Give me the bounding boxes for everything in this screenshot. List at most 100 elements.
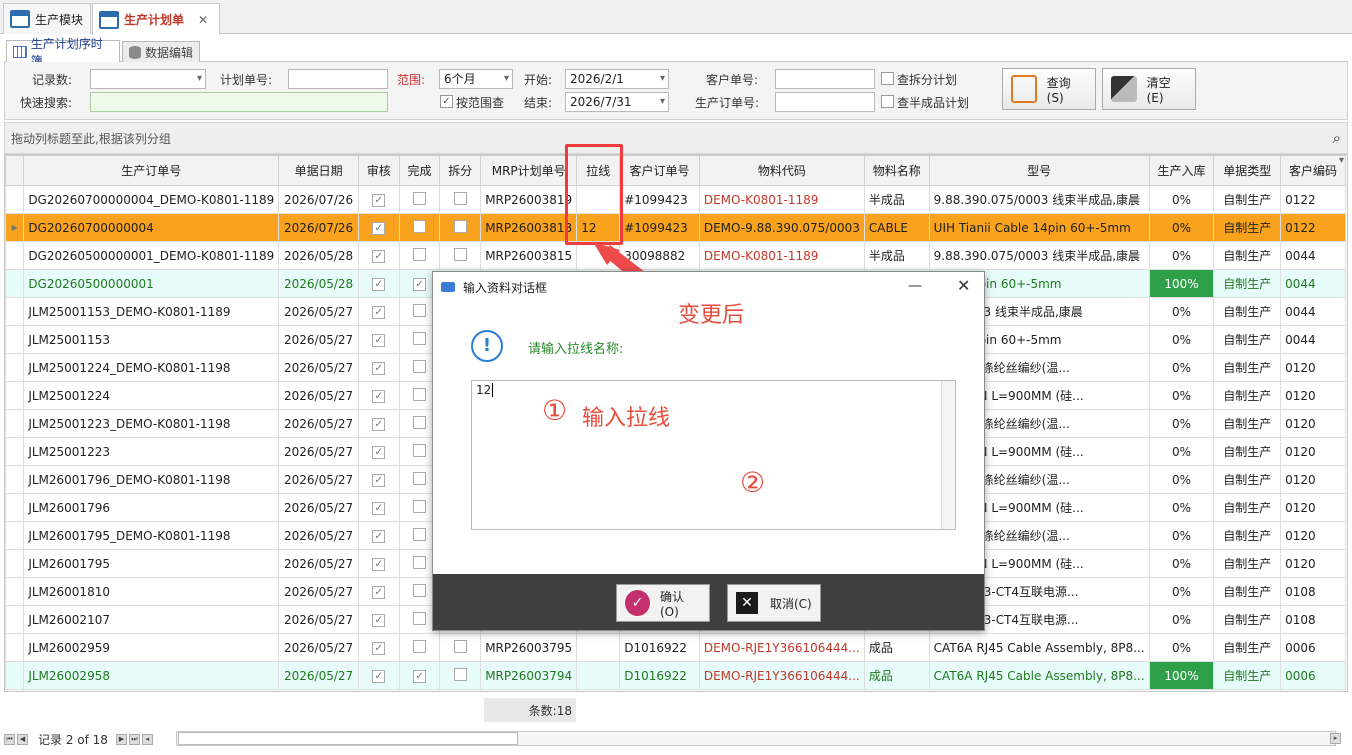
checkbox[interactable] bbox=[413, 583, 427, 597]
group-by-bar[interactable]: 拖动列标题至此,根据该列分组 ⌕ bbox=[4, 122, 1348, 154]
cell-audit[interactable]: ✓ bbox=[357, 549, 400, 578]
cell-audit[interactable]: ✓ bbox=[357, 269, 400, 298]
scroll-right-icon[interactable]: ▸ bbox=[1330, 733, 1341, 744]
table-row[interactable]: JLM26002958 2026/05/27 ✓ ✓ MRP26003794 D10169… bbox=[5, 661, 1347, 690]
minimize-icon[interactable]: — bbox=[908, 278, 922, 294]
row-indicator[interactable] bbox=[5, 661, 25, 690]
tab-data-edit[interactable]: 数据编辑 bbox=[122, 41, 200, 62]
end-date-input[interactable]: 2026/7/31 bbox=[565, 92, 669, 112]
checkbox[interactable]: ✓ bbox=[372, 446, 386, 459]
checkbox[interactable] bbox=[413, 527, 427, 541]
cell-done[interactable] bbox=[398, 213, 441, 242]
cell-audit[interactable]: ✓ bbox=[357, 353, 400, 382]
checkbox[interactable] bbox=[413, 219, 427, 233]
row-indicator[interactable] bbox=[5, 521, 25, 550]
cell-audit[interactable]: ✓ bbox=[357, 605, 400, 634]
cell-audit[interactable]: ✓ bbox=[357, 409, 400, 438]
plan-no-input[interactable] bbox=[288, 69, 388, 89]
tab-production-module[interactable]: 生产模块 bbox=[3, 3, 91, 34]
cell-audit[interactable]: ✓ bbox=[357, 577, 400, 606]
row-indicator[interactable] bbox=[5, 437, 25, 466]
row-indicator[interactable] bbox=[5, 493, 25, 522]
cell-audit[interactable]: ✓ bbox=[357, 493, 400, 522]
record-count-select[interactable] bbox=[90, 69, 206, 89]
checkbox[interactable]: ✓ bbox=[413, 670, 427, 683]
checkbox[interactable]: ✓ bbox=[372, 642, 386, 655]
column-header[interactable]: MRP计划单号 bbox=[480, 155, 578, 186]
row-indicator[interactable] bbox=[5, 269, 25, 298]
row-indicator[interactable] bbox=[5, 605, 25, 634]
cancel-button[interactable]: ✕ 取消(C) bbox=[727, 584, 821, 622]
row-indicator[interactable] bbox=[5, 409, 25, 438]
checkbox[interactable]: ✓ bbox=[372, 362, 386, 375]
check-split-checkbox[interactable] bbox=[881, 72, 894, 85]
row-indicator[interactable]: ▶ bbox=[5, 213, 25, 242]
cell-audit[interactable]: ✓ bbox=[357, 297, 400, 326]
search-icon[interactable]: ⌕ bbox=[1333, 129, 1341, 147]
checkbox[interactable]: ✓ bbox=[413, 278, 427, 291]
row-indicator[interactable] bbox=[5, 633, 25, 662]
column-header[interactable]: 客户订单号 bbox=[619, 155, 700, 186]
cell-done[interactable] bbox=[398, 241, 441, 270]
checkbox[interactable] bbox=[413, 611, 427, 625]
cell-done[interactable]: ✓ bbox=[398, 661, 441, 690]
table-row[interactable]: DG20260700000004_DEMO-K0801-1189 2026/07/… bbox=[5, 185, 1347, 214]
checkbox[interactable] bbox=[413, 499, 427, 513]
column-header[interactable]: 物料名称 bbox=[863, 155, 930, 186]
checkbox[interactable] bbox=[413, 247, 427, 261]
query-button[interactable]: 查询(S) bbox=[1002, 68, 1096, 110]
checkbox[interactable]: ✓ bbox=[372, 586, 386, 599]
by-range-checkbox[interactable]: ✓ bbox=[440, 95, 453, 108]
checkbox[interactable]: ✓ bbox=[372, 558, 386, 571]
checkbox[interactable] bbox=[453, 219, 467, 233]
prev-record-icon[interactable]: ◀ bbox=[17, 733, 28, 745]
checkbox[interactable]: ✓ bbox=[372, 530, 386, 543]
close-icon[interactable]: ✕ bbox=[957, 276, 970, 295]
tab-plan-list[interactable]: 生产计划序时簿 bbox=[6, 37, 120, 68]
checkbox[interactable] bbox=[413, 331, 427, 345]
cell-split[interactable] bbox=[439, 661, 482, 690]
checkbox[interactable]: ✓ bbox=[372, 502, 386, 515]
checkbox[interactable] bbox=[453, 247, 467, 261]
checkbox[interactable] bbox=[413, 191, 427, 205]
column-header[interactable]: 客户编码 bbox=[1280, 155, 1346, 186]
column-header[interactable]: 完成 bbox=[398, 155, 441, 186]
cell-done[interactable] bbox=[398, 185, 441, 214]
checkbox[interactable] bbox=[413, 639, 427, 653]
confirm-button[interactable]: ✓ 确认(O) bbox=[616, 584, 710, 622]
checkbox[interactable] bbox=[413, 359, 427, 373]
checkbox[interactable]: ✓ bbox=[372, 474, 386, 487]
start-date-input[interactable]: 2026/2/1 bbox=[565, 69, 669, 89]
row-indicator[interactable] bbox=[5, 549, 25, 578]
checkbox[interactable]: ✓ bbox=[372, 614, 386, 627]
column-header[interactable]: 型号 bbox=[928, 155, 1150, 186]
row-indicator[interactable] bbox=[5, 297, 25, 326]
checkbox[interactable]: ✓ bbox=[372, 670, 386, 683]
input-scrollbar[interactable] bbox=[941, 381, 955, 529]
row-indicator[interactable] bbox=[5, 577, 25, 606]
checkbox[interactable] bbox=[413, 471, 427, 485]
checkbox[interactable] bbox=[453, 667, 467, 681]
cell-split[interactable] bbox=[439, 213, 482, 242]
clear-button[interactable]: 清空(E) bbox=[1102, 68, 1196, 110]
quick-search-input[interactable] bbox=[90, 92, 388, 112]
first-record-icon[interactable]: ⏮ bbox=[4, 733, 15, 745]
column-header[interactable]: 生产订单号 bbox=[23, 155, 280, 186]
cell-split[interactable] bbox=[439, 633, 482, 662]
checkbox[interactable]: ✓ bbox=[372, 390, 386, 403]
checkbox[interactable] bbox=[413, 415, 427, 429]
row-indicator[interactable] bbox=[5, 185, 25, 214]
table-row[interactable]: JLM26002959 2026/05/27 ✓ MRP26003795 D101692… bbox=[5, 633, 1347, 662]
scrollbar-thumb[interactable] bbox=[178, 732, 518, 745]
checkbox[interactable]: ✓ bbox=[372, 250, 386, 263]
table-row[interactable]: DG20260500000001_DEMO-K0801-1189 2026/05/… bbox=[5, 241, 1347, 270]
row-indicator[interactable] bbox=[5, 381, 25, 410]
table-row[interactable]: ▶ DG20260700000004 2026/07/26 ✓ MRP26003818 1… bbox=[5, 213, 1347, 242]
scroll-left-icon[interactable]: ◂ bbox=[141, 733, 153, 745]
row-indicator[interactable] bbox=[5, 241, 25, 270]
checkbox[interactable] bbox=[413, 555, 427, 569]
checkbox[interactable]: ✓ bbox=[372, 306, 386, 319]
cell-done[interactable] bbox=[398, 633, 441, 662]
checkbox[interactable] bbox=[453, 191, 467, 205]
column-header[interactable]: 拆分 bbox=[439, 155, 482, 186]
